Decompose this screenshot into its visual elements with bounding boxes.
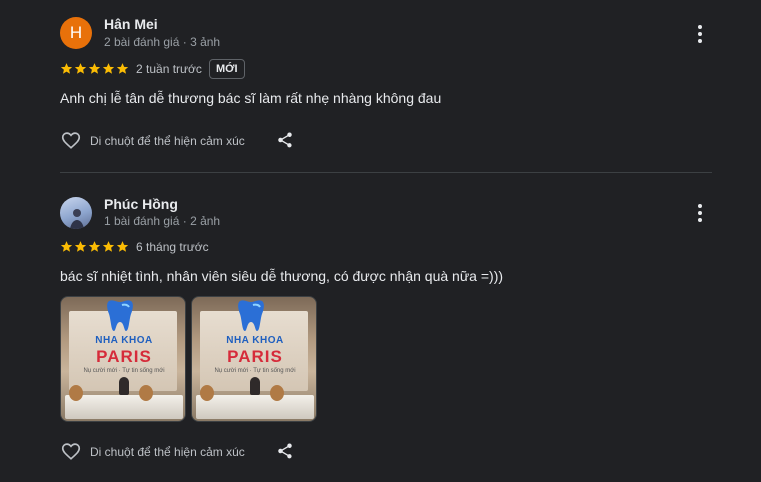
new-badge: MỚI [209, 59, 245, 79]
review-photo[interactable]: NHA KHOA PARIS Nụ cười mới · Tự tin sống… [191, 296, 317, 422]
star-rating [60, 62, 129, 76]
share-icon[interactable] [276, 441, 294, 461]
review-text: Anh chị lễ tân dễ thương bác sĩ làm rất … [60, 90, 442, 106]
more-vert-icon [698, 25, 702, 29]
photo-desk [196, 395, 314, 419]
review-divider [60, 172, 712, 173]
clinic-logo-line2: PARIS [227, 347, 283, 366]
clinic-logo-tagline: Nụ cười mới · Tự tin sống mới [214, 368, 296, 374]
star-rating [60, 240, 129, 254]
reviewer-meta: 1 bài đánh giá · 2 ảnh [104, 214, 221, 228]
star-icon [116, 241, 129, 252]
star-icon [74, 241, 87, 252]
avatar-image [70, 209, 84, 229]
photo-bear [139, 385, 153, 401]
heart-icon[interactable] [60, 440, 82, 462]
review-time: 2 tuần trước [136, 62, 202, 76]
review-text: bác sĩ nhiệt tình, nhân viên siêu dễ thư… [60, 268, 504, 284]
star-icon [102, 241, 115, 252]
tooth-logo-icon [107, 300, 133, 331]
star-icon [88, 63, 101, 74]
photo-desk [65, 395, 183, 419]
clinic-logo-line1: NHA KHOA [226, 335, 284, 346]
reviewer-name[interactable]: Phúc Hồng [104, 196, 178, 212]
react-hint[interactable]: Di chuột để thể hiện cảm xúc [90, 134, 245, 148]
review-time: 6 tháng trước [136, 240, 209, 254]
reviewer-name[interactable]: Hân Mei [104, 16, 158, 32]
reviewer-meta: 2 bài đánh giá · 3 ảnh [104, 35, 221, 49]
photo-bear [270, 385, 284, 401]
clinic-logo-line1: NHA KHOA [95, 335, 153, 346]
star-icon [88, 241, 101, 252]
clinic-logo-tagline: Nụ cười mới · Tự tin sống mới [83, 368, 165, 374]
photo-person [119, 377, 129, 395]
avatar-letter: H [69, 23, 83, 42]
star-icon [60, 241, 73, 252]
star-icon [116, 63, 129, 74]
star-icon [74, 63, 87, 74]
review-photo[interactable]: NHA KHOA PARIS Nụ cười mới · Tự tin sống… [60, 296, 186, 422]
avatar[interactable] [60, 197, 92, 229]
tooth-logo-icon [238, 300, 264, 331]
heart-icon[interactable] [60, 129, 82, 151]
photo-person [250, 377, 260, 395]
star-icon [102, 63, 115, 74]
share-icon[interactable] [276, 130, 294, 150]
more-options-button[interactable] [692, 24, 708, 44]
react-hint[interactable]: Di chuột để thể hiện cảm xúc [90, 445, 245, 459]
photo-bear [69, 385, 83, 401]
photo-bear [200, 385, 214, 401]
avatar[interactable]: H [60, 17, 92, 49]
more-vert-icon [698, 204, 702, 208]
clinic-logo-line2: PARIS [96, 347, 152, 366]
more-options-button[interactable] [692, 203, 708, 223]
star-icon [60, 63, 73, 74]
